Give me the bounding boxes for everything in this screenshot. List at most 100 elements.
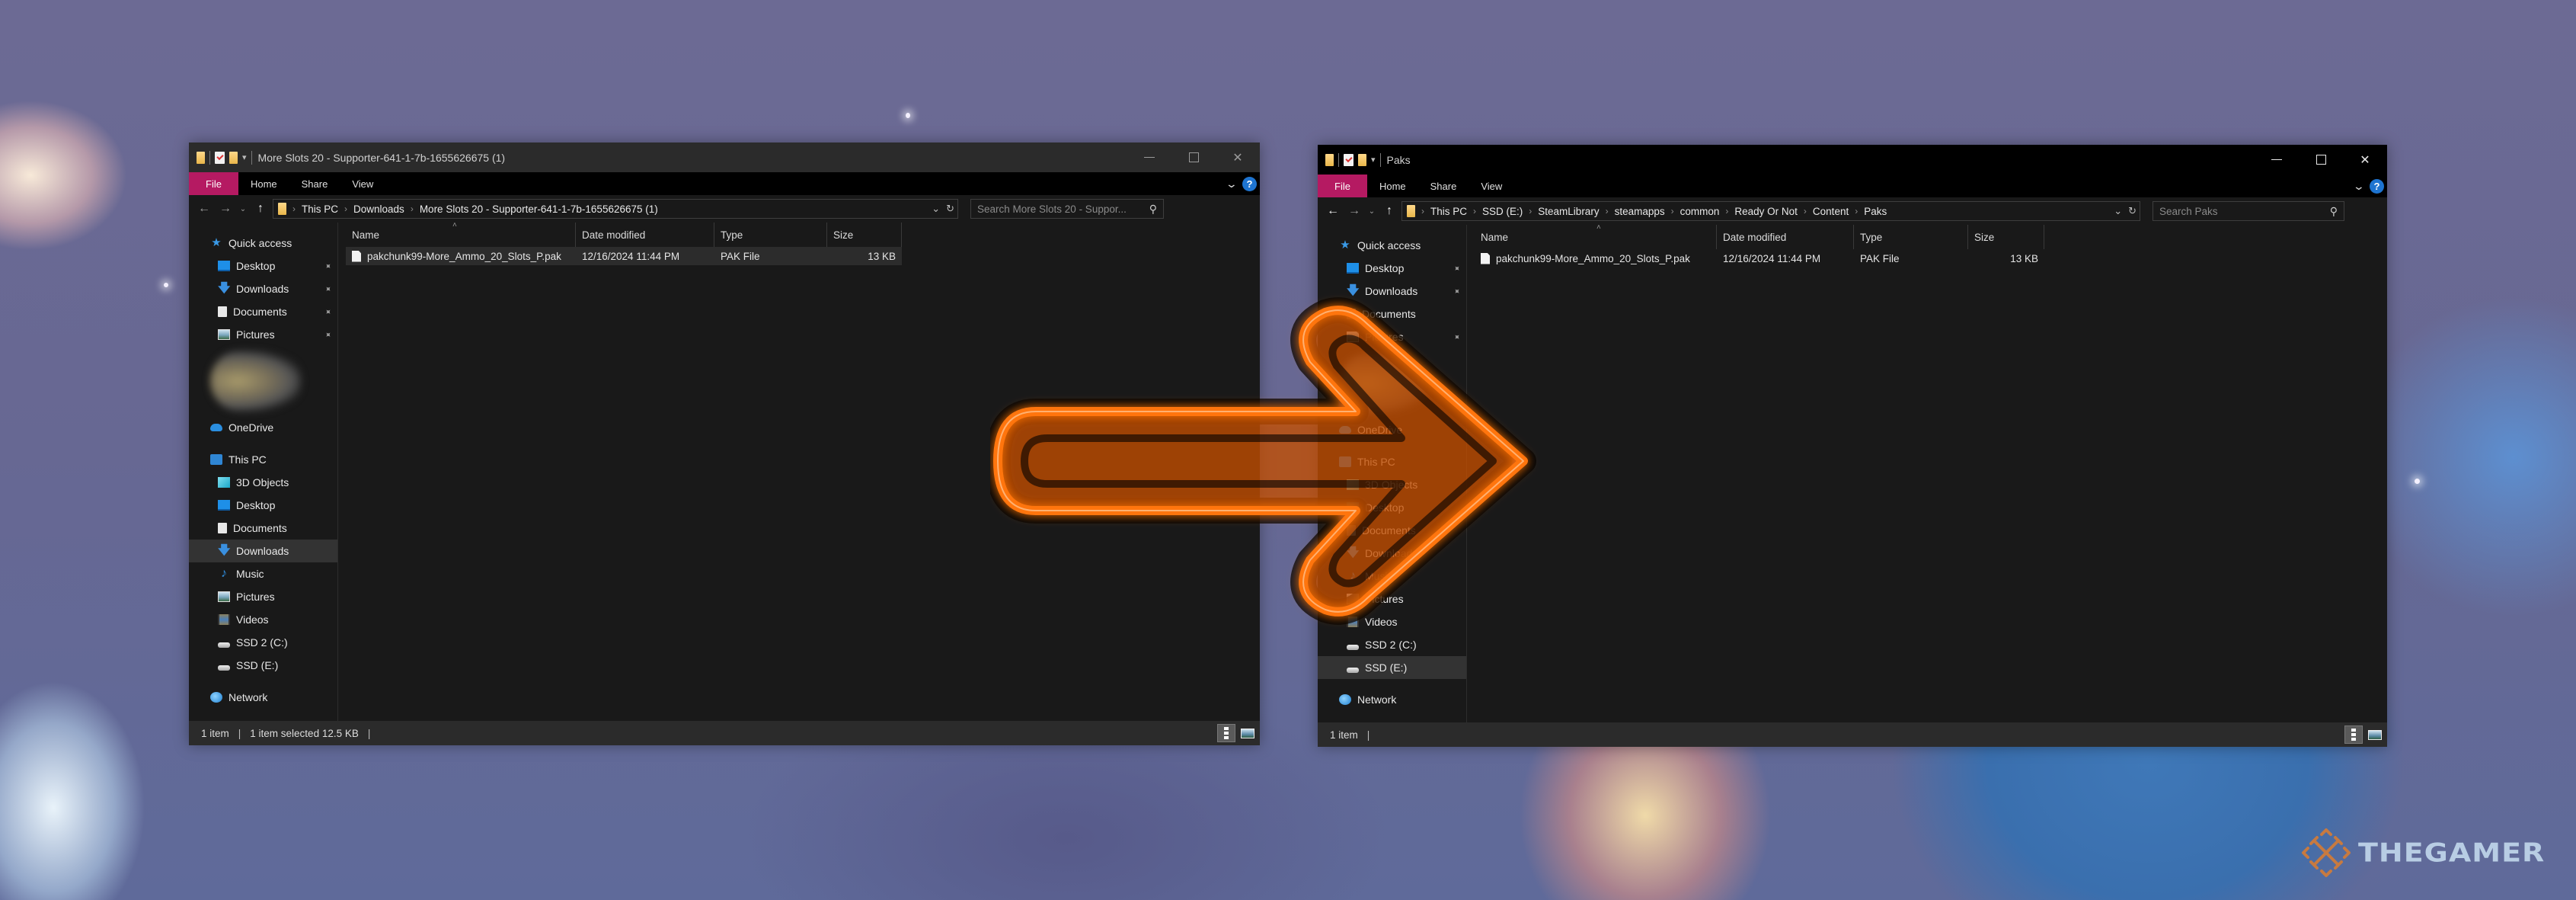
nav-this-pc[interactable]: This PC xyxy=(189,448,337,471)
nav-quick-access[interactable]: ★ Quick access xyxy=(1318,234,1466,257)
folder-icon[interactable] xyxy=(1325,153,1334,166)
nav-item-3d-objects[interactable]: 3D Objects xyxy=(189,471,337,494)
nav-item-desktop[interactable]: Desktop xyxy=(189,494,337,517)
nav-item-music[interactable]: ♪ Music xyxy=(189,562,337,585)
column-name[interactable]: Name xyxy=(1475,225,1717,249)
blurred-user-folder[interactable] xyxy=(210,351,302,412)
nav-network[interactable]: Network xyxy=(189,686,337,709)
nav-item-documents[interactable]: Documents ✦ xyxy=(189,300,337,323)
nav-item-desktop[interactable]: Desktop ✦ xyxy=(1318,257,1466,280)
column-date-modified[interactable]: Date modified xyxy=(576,223,714,247)
nav-item-drive-c[interactable]: SSD 2 (C:) xyxy=(189,631,337,654)
nav-onedrive[interactable]: OneDrive xyxy=(189,416,337,439)
address-history-dropdown[interactable]: ⌄ xyxy=(2114,205,2122,217)
minimize-button[interactable] xyxy=(2255,145,2299,175)
nav-item-drive-c[interactable]: SSD 2 (C:) xyxy=(1318,633,1466,656)
nav-item-downloads[interactable]: 🡇 Downloads xyxy=(1318,542,1466,565)
tab-file[interactable]: File xyxy=(1318,175,1367,197)
tab-file[interactable]: File xyxy=(189,172,238,195)
large-icons-view-button[interactable] xyxy=(1238,724,1257,742)
properties-icon[interactable] xyxy=(1344,153,1354,166)
nav-item-videos[interactable]: Videos xyxy=(189,608,337,631)
nav-item-pictures[interactable]: Pictures ✦ xyxy=(189,323,337,346)
close-button[interactable]: ✕ xyxy=(1216,143,1260,172)
breadcrumb-item[interactable]: More Slots 20 - Supporter-641-1-7b-16556… xyxy=(420,203,658,215)
nav-item-downloads-selected[interactable]: 🡇 Downloads xyxy=(189,540,337,562)
large-icons-view-button[interactable] xyxy=(2366,725,2384,744)
tab-share[interactable]: Share xyxy=(1418,175,1469,197)
nav-item-drive-e-selected[interactable]: SSD (E:) xyxy=(1318,656,1466,679)
column-type[interactable]: Type xyxy=(714,223,827,247)
nav-item-documents[interactable]: Documents xyxy=(189,517,337,540)
column-name[interactable]: Name xyxy=(346,223,576,247)
nav-item-downloads[interactable]: 🡇 Downloads ✦ xyxy=(1318,280,1466,303)
maximize-button[interactable] xyxy=(2299,145,2343,175)
folder-icon[interactable] xyxy=(197,151,205,164)
recent-locations-button[interactable]: ⌄ xyxy=(1366,207,1377,216)
breadcrumb-item[interactable]: This PC xyxy=(1430,206,1467,217)
file-row[interactable]: pakchunk99-More_Ammo_20_Slots_P.pak 12/1… xyxy=(1475,249,2387,267)
help-icon[interactable]: ? xyxy=(1242,176,1257,191)
nav-item-music[interactable]: ♪ Music xyxy=(1318,565,1466,588)
expand-ribbon-icon[interactable]: ⌄ xyxy=(2353,180,2365,193)
address-bar[interactable]: › This PC › Downloads › More Slots 20 - … xyxy=(273,199,958,219)
back-button[interactable]: ← xyxy=(195,202,213,216)
details-view-button[interactable] xyxy=(2344,725,2363,744)
nav-item-pictures[interactable]: Pictures xyxy=(1318,588,1466,610)
search-input[interactable]: Search Paks ⚲ xyxy=(2153,201,2344,221)
new-folder-icon[interactable] xyxy=(229,151,238,164)
nav-this-pc[interactable]: This PC xyxy=(1318,450,1466,473)
tab-view[interactable]: View xyxy=(340,172,385,195)
minimize-button[interactable] xyxy=(1127,143,1171,172)
expand-ribbon-icon[interactable]: ⌄ xyxy=(1226,178,1238,191)
nav-item-desktop[interactable]: Desktop ✦ xyxy=(189,255,337,277)
breadcrumb-item[interactable]: SteamLibrary xyxy=(1538,206,1599,217)
nav-item-pictures[interactable]: Pictures xyxy=(189,585,337,608)
tab-home[interactable]: Home xyxy=(238,172,289,195)
breadcrumb-item[interactable]: Ready Or Not xyxy=(1734,206,1798,217)
refresh-icon[interactable]: ↻ xyxy=(946,203,954,215)
column-size[interactable]: Size xyxy=(1968,225,2044,249)
nav-quick-access[interactable]: ★ Quick access xyxy=(189,232,337,255)
nav-item-desktop[interactable]: Desktop xyxy=(1318,496,1466,519)
breadcrumb-item[interactable]: Paks xyxy=(1864,206,1887,217)
properties-icon[interactable] xyxy=(215,151,225,164)
column-size[interactable]: Size xyxy=(827,223,902,247)
breadcrumb-item[interactable]: This PC xyxy=(302,203,338,215)
search-input[interactable]: Search More Slots 20 - Suppor... ⚲ xyxy=(970,199,1164,219)
blurred-user-folder[interactable] xyxy=(1339,353,1430,414)
nav-item-videos[interactable]: Videos xyxy=(1318,610,1466,633)
customize-toolbar-icon[interactable]: ▾ xyxy=(242,152,247,162)
nav-item-3d-objects[interactable]: 3D Objects xyxy=(1318,473,1466,496)
new-folder-icon[interactable] xyxy=(1358,153,1366,166)
nav-item-documents[interactable]: Documents xyxy=(1318,303,1466,325)
maximize-button[interactable] xyxy=(1171,143,1216,172)
forward-button[interactable]: → xyxy=(216,202,235,216)
nav-onedrive[interactable]: OneDrive xyxy=(1318,418,1466,441)
file-row-selected[interactable]: pakchunk99-More_Ammo_20_Slots_P.pak 12/1… xyxy=(346,247,902,265)
help-icon[interactable]: ? xyxy=(2370,178,2384,194)
recent-locations-button[interactable]: ⌄ xyxy=(238,205,248,213)
forward-button[interactable]: → xyxy=(1345,204,1363,218)
tab-share[interactable]: Share xyxy=(289,172,340,195)
close-button[interactable]: ✕ xyxy=(2343,145,2387,175)
address-history-dropdown[interactable]: ⌄ xyxy=(932,203,940,215)
nav-item-drive-e[interactable]: SSD (E:) xyxy=(189,654,337,677)
tab-view[interactable]: View xyxy=(1469,175,1514,197)
breadcrumb-item[interactable]: Downloads xyxy=(353,203,404,215)
back-button[interactable]: ← xyxy=(1324,204,1342,218)
nav-item-documents[interactable]: Documents xyxy=(1318,519,1466,542)
nav-item-pictures[interactable]: Pictures ✦ xyxy=(1318,325,1466,348)
nav-item-downloads[interactable]: 🡇 Downloads ✦ xyxy=(189,277,337,300)
up-button[interactable]: ↑ xyxy=(251,202,270,216)
breadcrumb-item[interactable]: Content xyxy=(1813,206,1849,217)
tab-home[interactable]: Home xyxy=(1367,175,1418,197)
column-date-modified[interactable]: Date modified xyxy=(1717,225,1854,249)
breadcrumb-item[interactable]: common xyxy=(1680,206,1720,217)
address-bar[interactable]: › This PC › SSD (E:) › SteamLibrary › st… xyxy=(1401,201,2140,221)
customize-toolbar-icon[interactable]: ▾ xyxy=(1371,155,1376,165)
breadcrumb-item[interactable]: steamapps xyxy=(1615,206,1665,217)
refresh-icon[interactable]: ↻ xyxy=(2128,205,2137,217)
details-view-button[interactable] xyxy=(1217,724,1235,742)
nav-network[interactable]: Network xyxy=(1318,688,1466,711)
